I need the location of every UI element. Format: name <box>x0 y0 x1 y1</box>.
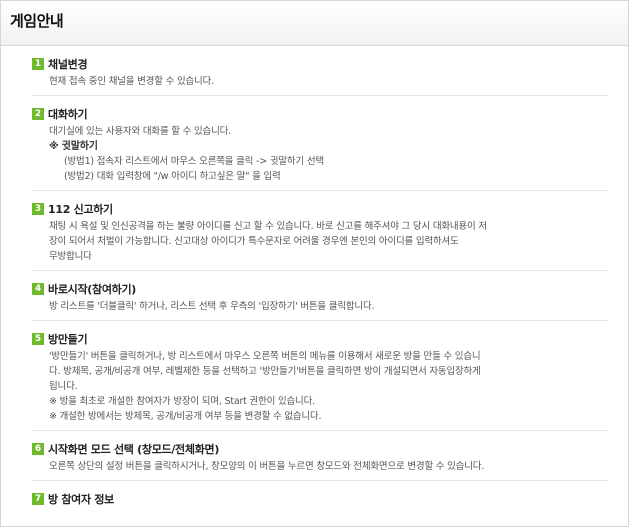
section-title: 대화하기 <box>48 108 88 121</box>
description-line: 오른쪽 상단의 설정 버튼을 클릭하시거나, 창모양의 이 버튼을 누르면 창모… <box>49 461 485 472</box>
description-line: 됩니다. <box>49 381 78 392</box>
whisper-note: ※ 귓말하기 <box>49 141 98 152</box>
section-channel-change: 1 채널변경 현재 접속 중인 채널을 변경할 수 있습니다. <box>32 56 607 96</box>
description-line: 방 리스트를 '더블클릭' 하거나, 리스트 선택 후 우측의 '입장하기' 버… <box>49 301 375 312</box>
description-line: 채팅 시 욕설 및 인신공격을 하는 불량 아이디를 신고 할 수 있습니다. … <box>49 221 487 232</box>
section-title: 시작화면 모드 선택 (창모드/전체화면) <box>48 443 220 456</box>
description-line: ※ 방을 최초로 개설한 참여자가 방장이 되며, Start 권한이 있습니다… <box>49 396 315 407</box>
section-description: 오른쪽 상단의 설정 버튼을 클릭하시거나, 창모양의 이 버튼을 누르면 창모… <box>32 457 607 474</box>
section-number-badge: 1 <box>32 58 44 70</box>
section-number-badge: 6 <box>32 443 44 455</box>
section-title: 112 신고하기 <box>48 203 113 216</box>
guide-content: 1 채널변경 현재 접속 중인 채널을 변경할 수 있습니다. 2 대화하기 대기실… <box>32 56 607 523</box>
section-number-badge: 5 <box>32 333 44 345</box>
whisper-method-2: (방법2) 대화 입력창에 "/w 아이디 하고싶은 말" 을 입력 <box>64 171 281 182</box>
description-line: 현재 접속 중인 채널을 변경할 수 있습니다. <box>49 76 214 87</box>
page-title: 게임안내 <box>10 12 64 30</box>
section-number-badge: 2 <box>32 108 44 120</box>
section-screen-mode: 6 시작화면 모드 선택 (창모드/전체화면) 오른쪽 상단의 설정 버튼을 클릭… <box>32 441 607 481</box>
description-line: ※ 개설한 방에서는 방제목, 공개/비공개 여부 등을 변경할 수 없습니다. <box>49 411 322 422</box>
section-title: 방 참여자 정보 <box>48 493 114 506</box>
whisper-method-1: (방법1) 접속자 리스트에서 마우스 오른쪽을 클릭 -> 귓말하기 선택 <box>64 156 324 167</box>
section-description: 현재 접속 중인 채널을 변경할 수 있습니다. <box>32 72 607 89</box>
section-title: 채널변경 <box>48 58 88 71</box>
section-report-112: 3 112 신고하기 채팅 시 욕설 및 인신공격을 하는 불량 아이디를 신고 … <box>32 201 607 271</box>
section-chat: 2 대화하기 대기실에 있는 사용자와 대화를 할 수 있습니다. ※ 귓말하기 … <box>32 106 607 191</box>
section-number-badge: 3 <box>32 203 44 215</box>
section-number-badge: 4 <box>32 283 44 295</box>
section-title: 방만들기 <box>48 333 88 346</box>
section-description: 채팅 시 욕설 및 인신공격을 하는 불량 아이디를 신고 할 수 있습니다. … <box>32 217 607 264</box>
section-number-badge: 7 <box>32 493 44 505</box>
description-line: 다. 방제목, 공개/비공개 여부, 레벨제한 등을 선택하고 '방만들기'버튼… <box>49 366 481 377</box>
section-description: 방 리스트를 '더블클릭' 하거나, 리스트 선택 후 우측의 '입장하기' 버… <box>32 297 607 314</box>
section-title: 바로시작(참여하기) <box>48 283 137 296</box>
description-line: '방만들기' 버튼을 클릭하거나, 방 리스트에서 마우스 오른쪽 버튼의 메뉴… <box>49 351 481 362</box>
section-room-participants: 7 방 참여자 정보 <box>32 491 607 513</box>
description-line: 무방합니다 <box>49 251 92 262</box>
description-line: 대기실에 있는 사용자와 대화를 할 수 있습니다. <box>49 126 231 137</box>
header: 게임안내 <box>1 1 628 46</box>
section-quick-start: 4 바로시작(참여하기) 방 리스트를 '더블클릭' 하거나, 리스트 선택 후 … <box>32 281 607 321</box>
section-description: 대기실에 있는 사용자와 대화를 할 수 있습니다. ※ 귓말하기 (방법1) … <box>32 122 607 184</box>
section-description: '방만들기' 버튼을 클릭하거나, 방 리스트에서 마우스 오른쪽 버튼의 메뉴… <box>32 347 607 424</box>
game-guide-window: 게임안내 1 채널변경 현재 접속 중인 채널을 변경할 수 있습니다. 2 대화하… <box>0 0 629 527</box>
description-line: 장이 되어서 처벌이 가능합니다. 신고대상 아이디가 특수문자로 어려울 경우… <box>49 236 459 247</box>
section-create-room: 5 방만들기 '방만들기' 버튼을 클릭하거나, 방 리스트에서 마우스 오른쪽 … <box>32 331 607 431</box>
